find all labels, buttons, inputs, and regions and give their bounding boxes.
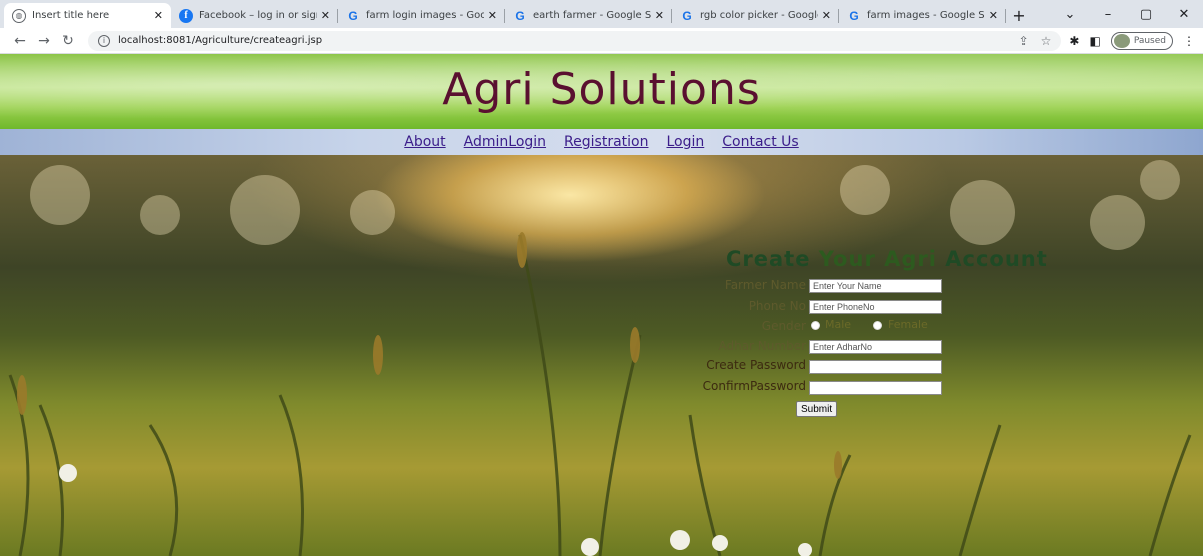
adhar-label: Adhar Number	[718, 339, 806, 353]
close-icon[interactable]: ✕	[488, 9, 497, 22]
site-nav: About AdminLogin Registration Login Cont…	[0, 129, 1203, 155]
page-viewport: Agri Solutions About AdminLogin Registra…	[0, 54, 1203, 556]
url-text: localhost:8081/Agriculture/createagri.js…	[118, 35, 323, 46]
side-panel-icon[interactable]: ◧	[1089, 34, 1100, 48]
window-controls: ⌄ – ▢ ✕	[1051, 0, 1203, 28]
tab-title: Insert title here	[32, 10, 110, 21]
phone-input[interactable]	[809, 300, 942, 314]
tab-strip: ◍ Insert title here ✕ f Facebook – log i…	[0, 0, 1203, 28]
gender-female-label: Female	[888, 318, 928, 331]
farmer-name-label: Farmer Name	[724, 278, 806, 292]
window-close-icon[interactable]: ✕	[1165, 7, 1203, 22]
close-icon[interactable]: ✕	[154, 9, 163, 22]
tab-search-icon[interactable]: ⌄	[1051, 7, 1089, 22]
gender-label: Gender	[761, 319, 806, 333]
profile-button[interactable]: Paused	[1110, 31, 1173, 50]
share-icon[interactable]: ⇪	[1019, 34, 1029, 48]
google-icon: G	[515, 8, 525, 23]
create-password-input[interactable]	[809, 360, 942, 374]
globe-icon: ◍	[12, 8, 26, 23]
tab-title: earth farmer - Google Searc	[533, 10, 651, 21]
gender-male-radio[interactable]	[811, 321, 820, 330]
background-photo	[0, 155, 1203, 556]
form-title-word: Agri	[884, 247, 937, 271]
header-banner: Agri Solutions	[0, 54, 1203, 129]
nav-registration[interactable]: Registration	[564, 134, 648, 150]
close-icon[interactable]: ✕	[822, 9, 831, 22]
form-title-word: Your	[818, 247, 876, 271]
nav-admin-login[interactable]: AdminLogin	[464, 134, 546, 150]
info-icon[interactable]: i	[98, 34, 110, 47]
extensions-icon[interactable]: ✱	[1069, 34, 1079, 48]
submit-button[interactable]: Submit	[796, 401, 838, 417]
adhar-input[interactable]	[809, 340, 942, 354]
minimize-icon[interactable]: –	[1089, 7, 1127, 22]
form-title: Create Your Agri Account	[726, 247, 1048, 271]
confirm-password-input[interactable]	[809, 381, 942, 395]
tab-earth-farmer[interactable]: G earth farmer - Google Searc ✕	[505, 3, 672, 28]
close-icon[interactable]: ✕	[655, 9, 664, 22]
profile-status: Paused	[1133, 35, 1166, 46]
maximize-icon[interactable]: ▢	[1127, 7, 1165, 22]
site-title: Agri Solutions	[442, 64, 761, 115]
avatar	[1113, 33, 1130, 48]
close-icon[interactable]: ✕	[989, 9, 998, 22]
forward-icon[interactable]: →	[32, 33, 56, 49]
tab-title: farm login images - Google	[366, 10, 484, 21]
new-tab-button[interactable]: +	[1006, 3, 1032, 28]
tab-title: rgb color picker - Google S	[700, 10, 818, 21]
phone-label: Phone No	[748, 299, 806, 313]
google-icon: G	[348, 8, 358, 23]
confirm-password-label: ConfirmPassword	[702, 379, 806, 393]
google-icon: G	[682, 8, 692, 23]
close-icon[interactable]: ✕	[321, 9, 330, 22]
google-icon: G	[849, 8, 859, 23]
address-bar[interactable]: i localhost:8081/Agriculture/createagri.…	[88, 30, 1062, 51]
gender-male-label: Male	[825, 318, 852, 331]
menu-icon[interactable]: ⋮	[1183, 34, 1195, 48]
form-title-word: Account	[945, 247, 1048, 271]
farmer-name-input[interactable]	[809, 279, 942, 293]
tab-title: Facebook – log in or sign u	[199, 10, 317, 21]
tab-insert-title[interactable]: ◍ Insert title here ✕	[4, 3, 171, 28]
browser-toolbar: ← → ↻ i localhost:8081/Agriculture/creat…	[0, 28, 1203, 54]
back-icon[interactable]: ←	[8, 33, 32, 49]
reload-icon[interactable]: ↻	[56, 33, 80, 49]
facebook-icon: f	[179, 8, 193, 23]
tab-title: farm images - Google Sear	[867, 10, 985, 21]
tab-rgb-color-picker[interactable]: G rgb color picker - Google S ✕	[672, 3, 839, 28]
form-title-word: Create	[726, 247, 811, 271]
bookmark-star-icon[interactable]: ☆	[1041, 34, 1052, 48]
tab-farm-images[interactable]: G farm images - Google Sear ✕	[839, 3, 1006, 28]
grass-illustration	[8, 232, 1192, 556]
gender-female-radio[interactable]	[873, 321, 882, 330]
nav-about[interactable]: About	[404, 134, 445, 150]
create-password-label: Create Password	[706, 358, 806, 372]
nav-login[interactable]: Login	[666, 134, 704, 150]
nav-contact-us[interactable]: Contact Us	[722, 134, 798, 150]
tab-farm-login-images[interactable]: G farm login images - Google ✕	[338, 3, 505, 28]
tab-facebook[interactable]: f Facebook – log in or sign u ✕	[171, 3, 338, 28]
